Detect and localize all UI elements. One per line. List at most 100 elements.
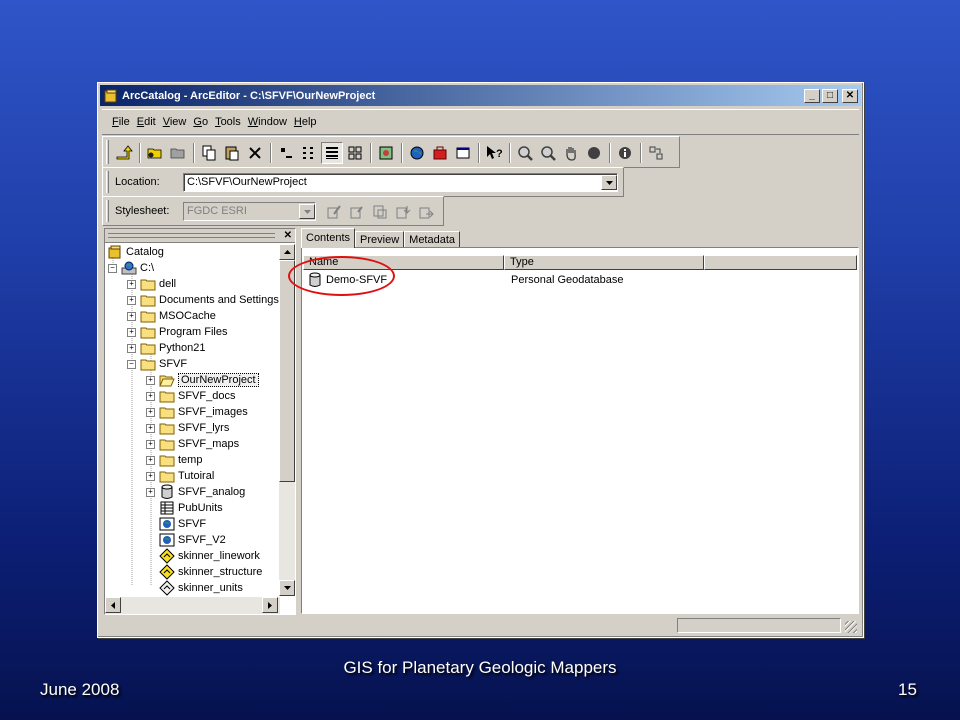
create-thumbnail-icon[interactable] xyxy=(645,142,667,164)
scroll-up-button[interactable] xyxy=(279,244,295,260)
tab-contents[interactable]: Contents xyxy=(301,228,356,248)
expand-icon[interactable]: + xyxy=(146,471,155,481)
arctoolbox-icon[interactable] xyxy=(429,142,451,164)
details-view-icon[interactable] xyxy=(321,142,343,164)
tree-item-python21[interactable]: + Python21 xyxy=(127,340,205,356)
tree-item-tutoiral[interactable]: + Tutoiral xyxy=(146,468,214,484)
list-view-icon[interactable] xyxy=(298,142,320,164)
disconnect-folder-icon[interactable] xyxy=(167,142,189,164)
location-toolbar-grip[interactable] xyxy=(106,171,109,193)
delete-icon[interactable] xyxy=(244,142,266,164)
folder-icon xyxy=(159,452,175,468)
tree-item-program-files[interactable]: + Program Files xyxy=(127,324,227,340)
paste-icon[interactable] xyxy=(221,142,243,164)
menu-tools[interactable]: Tools xyxy=(215,116,241,128)
expand-icon[interactable]: + xyxy=(146,423,155,433)
tree-item-skinner-units[interactable]: skinner_units xyxy=(146,580,243,596)
title-bar[interactable]: ArcCatalog - ArcEditor - C:\SFVF\OurNewP… xyxy=(100,85,861,106)
menu-go[interactable]: Go xyxy=(193,116,208,128)
tree-item-sfvf-lyrs[interactable]: + SFVF_lyrs xyxy=(146,420,229,436)
search-globe-icon[interactable] xyxy=(406,142,428,164)
location-dropdown-button[interactable] xyxy=(601,175,617,190)
collapse-icon[interactable]: − xyxy=(127,359,136,369)
scroll-left-button[interactable] xyxy=(105,597,121,613)
tree-item-pubunits[interactable]: PubUnits xyxy=(146,500,223,516)
zoom-in-icon[interactable] xyxy=(514,142,536,164)
menu-help[interactable]: Help xyxy=(294,116,317,128)
tree-item-dell[interactable]: + dell xyxy=(127,276,176,292)
metadata-toolbar-grip[interactable] xyxy=(106,200,109,222)
full-extent-icon[interactable] xyxy=(583,142,605,164)
expand-icon[interactable]: + xyxy=(146,455,155,465)
up-one-level-icon[interactable] xyxy=(113,142,135,164)
tree-item-sfvf-map[interactable]: SFVF xyxy=(146,516,206,532)
tree-vertical-scrollbar[interactable] xyxy=(279,244,295,596)
location-input[interactable]: C:\SFVF\OurNewProject xyxy=(183,173,618,192)
tree-item-sfvf-analog[interactable]: + SFVF_analog xyxy=(146,484,245,500)
tree-item-skinner-structure[interactable]: skinner_structure xyxy=(146,564,262,580)
connect-folder-icon[interactable] xyxy=(144,142,166,164)
expand-icon[interactable]: + xyxy=(127,311,136,321)
large-icons-icon[interactable] xyxy=(275,142,297,164)
menu-edit[interactable]: Edit xyxy=(137,116,156,128)
metadata-properties-icon[interactable] xyxy=(346,201,368,223)
menu-file[interactable]: File xyxy=(112,116,130,128)
launch-arcmap-icon[interactable] xyxy=(375,142,397,164)
menu-bar: File Edit View Go Tools Window Help xyxy=(102,109,859,135)
pan-hand-icon[interactable] xyxy=(560,142,582,164)
copy-icon[interactable] xyxy=(198,142,220,164)
tree-panel-header[interactable]: ✕ xyxy=(105,229,295,243)
tree-item-sfvf-folder[interactable]: − SFVF xyxy=(127,356,187,372)
edit-metadata-icon[interactable] xyxy=(323,201,345,223)
tab-preview[interactable]: Preview xyxy=(355,231,405,248)
scroll-thumb[interactable] xyxy=(279,260,295,482)
tree-item-sfvf-maps[interactable]: + SFVF_maps xyxy=(146,436,239,452)
stylesheet-dropdown-button[interactable] xyxy=(299,204,315,219)
menu-window[interactable]: Window xyxy=(248,116,287,128)
close-button[interactable]: ✕ xyxy=(842,88,858,103)
tree-horizontal-scrollbar[interactable] xyxy=(105,597,280,614)
tree-item-documents-and-settings[interactable]: + Documents and Settings xyxy=(127,292,279,308)
scroll-right-button[interactable] xyxy=(262,597,278,613)
tree-item-msocache[interactable]: + MSOCache xyxy=(127,308,216,324)
minimize-button[interactable]: _ xyxy=(804,88,820,103)
import-metadata-icon[interactable] xyxy=(392,201,414,223)
command-line-icon[interactable] xyxy=(452,142,474,164)
tree-item-sfvf-docs[interactable]: + SFVF_docs xyxy=(146,388,235,404)
view-tabs: Contents Preview Metadata xyxy=(301,228,461,248)
scroll-down-button[interactable] xyxy=(279,580,295,596)
stylesheet-select[interactable]: FGDC ESRI xyxy=(183,202,316,221)
tree-item-catalog[interactable]: Catalog xyxy=(107,244,164,260)
tree-item-skinner-linework[interactable]: skinner_linework xyxy=(146,548,260,564)
tree-item-sfvf-images[interactable]: + SFVF_images xyxy=(146,404,248,420)
tree-item-temp[interactable]: + temp xyxy=(146,452,202,468)
zoom-out-icon[interactable] xyxy=(537,142,559,164)
tree-close-button[interactable]: ✕ xyxy=(284,230,292,241)
expand-icon[interactable]: + xyxy=(146,375,155,385)
folder-open-icon xyxy=(159,372,175,388)
column-header-type[interactable]: Type xyxy=(504,255,704,270)
thumbnails-icon[interactable] xyxy=(344,142,366,164)
expand-icon[interactable]: + xyxy=(127,295,136,305)
tree-item-drive-c[interactable]: − C:\ xyxy=(108,260,154,276)
tab-metadata[interactable]: Metadata xyxy=(404,231,461,248)
expand-icon[interactable]: + xyxy=(127,343,136,353)
tree-item-sfvf-v2[interactable]: SFVF_V2 xyxy=(146,532,226,548)
export-metadata-icon[interactable] xyxy=(415,201,437,223)
expand-icon[interactable]: + xyxy=(146,439,155,449)
expand-icon[interactable]: + xyxy=(127,327,136,337)
menu-view[interactable]: View xyxy=(163,116,187,128)
whats-this-help-icon[interactable]: ? xyxy=(483,142,505,164)
expand-icon[interactable]: + xyxy=(146,487,155,497)
create-update-metadata-icon[interactable] xyxy=(369,201,391,223)
maximize-button[interactable]: □ xyxy=(822,88,838,103)
expand-icon[interactable]: + xyxy=(127,279,136,289)
toolbar-grip[interactable] xyxy=(106,140,109,164)
collapse-icon[interactable]: − xyxy=(108,263,117,273)
expand-icon[interactable]: + xyxy=(146,407,155,417)
expand-icon[interactable]: + xyxy=(146,391,155,401)
identify-icon[interactable] xyxy=(614,142,636,164)
chevron-up-icon xyxy=(283,250,291,254)
resize-grip[interactable] xyxy=(845,621,857,633)
tree-item-ournewproject[interactable]: + OurNewProject xyxy=(146,372,259,388)
